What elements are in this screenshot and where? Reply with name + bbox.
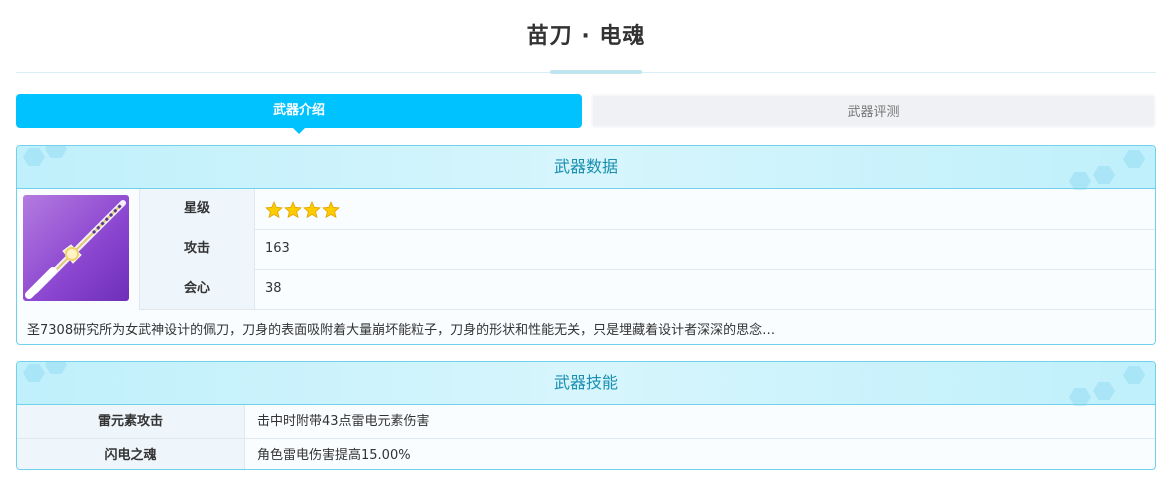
star-icon — [322, 201, 340, 219]
star-icon — [265, 201, 283, 219]
stat-value: 38 — [265, 281, 282, 296]
hexagon-decoration-icon — [45, 362, 67, 374]
weapon-data-heading: 武器数据 — [553, 157, 618, 176]
weapon-stats-table: 星级 攻击 163 会心 38 — [139, 189, 1155, 310]
tab-weapon-intro[interactable]: 武器介绍 — [16, 94, 582, 134]
weapon-skill-heading-bar: 武器技能 — [17, 362, 1155, 406]
skill-name: 闪电之魂 — [17, 439, 245, 469]
hexagon-decoration-icon — [23, 364, 45, 382]
stat-label: 攻击 — [139, 229, 255, 269]
stat-row-crit: 会心 38 — [139, 269, 1155, 310]
hexagon-decoration-icon — [45, 146, 67, 158]
stat-value: 163 — [265, 241, 290, 256]
star-icon — [303, 201, 321, 219]
weapon-data-heading-bar: 武器数据 — [17, 146, 1155, 190]
skill-name: 雷元素攻击 — [17, 405, 245, 438]
tab-weapon-intro-label: 武器介绍 — [272, 103, 325, 118]
hexagon-decoration-icon — [1093, 382, 1115, 400]
weapon-skill-heading: 武器技能 — [553, 373, 618, 392]
hexagon-decoration-icon — [1069, 172, 1091, 190]
tab-weapon-review[interactable]: 武器评测 — [591, 94, 1156, 128]
weapon-data-panel: 武器数据 星级 攻击 163 会心 38 圣7308研究所为女武神设计的佩刀，刀… — [16, 145, 1156, 345]
stat-label: 会心 — [139, 269, 255, 309]
stat-label: 星级 — [139, 189, 255, 229]
stat-row-attack: 攻击 163 — [139, 229, 1155, 270]
weapon-description: 圣7308研究所为女武神设计的佩刀，刀身的表面吸附着大量崩坏能粒子，刀身的形状和… — [27, 323, 776, 338]
hexagon-decoration-icon — [1069, 388, 1091, 406]
skill-row: 闪电之魂 角色雷电伤害提高15.00% — [17, 439, 1155, 469]
page-title: 苗刀 · 电魂 — [526, 24, 646, 49]
katana-weapon-icon-graphic — [25, 200, 126, 299]
hexagon-decoration-icon — [1093, 166, 1115, 184]
skill-row: 雷元素攻击 击中时附带43点雷电元素伤害 — [17, 405, 1155, 439]
active-tab-arrow-icon — [293, 128, 305, 134]
skill-effect: 角色雷电伤害提高15.00% — [257, 448, 411, 463]
weapon-data-body: 星级 攻击 163 会心 38 圣7308研究所为女武神设计的佩刀，刀身的表面吸… — [17, 189, 1155, 344]
star-rating — [265, 201, 341, 219]
tab-bar: 武器介绍 武器评测 — [16, 94, 1156, 134]
star-icon — [284, 201, 302, 219]
skill-effect: 击中时附带43点雷电元素伤害 — [257, 414, 430, 429]
title-divider-accent — [550, 70, 642, 74]
hexagon-decoration-icon — [23, 148, 45, 166]
stat-row-rarity: 星级 — [139, 189, 1155, 230]
hexagon-decoration-icon — [1123, 366, 1145, 384]
tab-weapon-review-label: 武器评测 — [847, 105, 900, 120]
katana-weapon-icon — [23, 195, 129, 301]
hexagon-decoration-icon — [1123, 150, 1145, 168]
title-section: 苗刀 · 电魂 — [16, 0, 1156, 74]
weapon-skill-panel: 武器技能 雷元素攻击 击中时附带43点雷电元素伤害 闪电之魂 角色雷电伤害提高1… — [16, 361, 1156, 470]
